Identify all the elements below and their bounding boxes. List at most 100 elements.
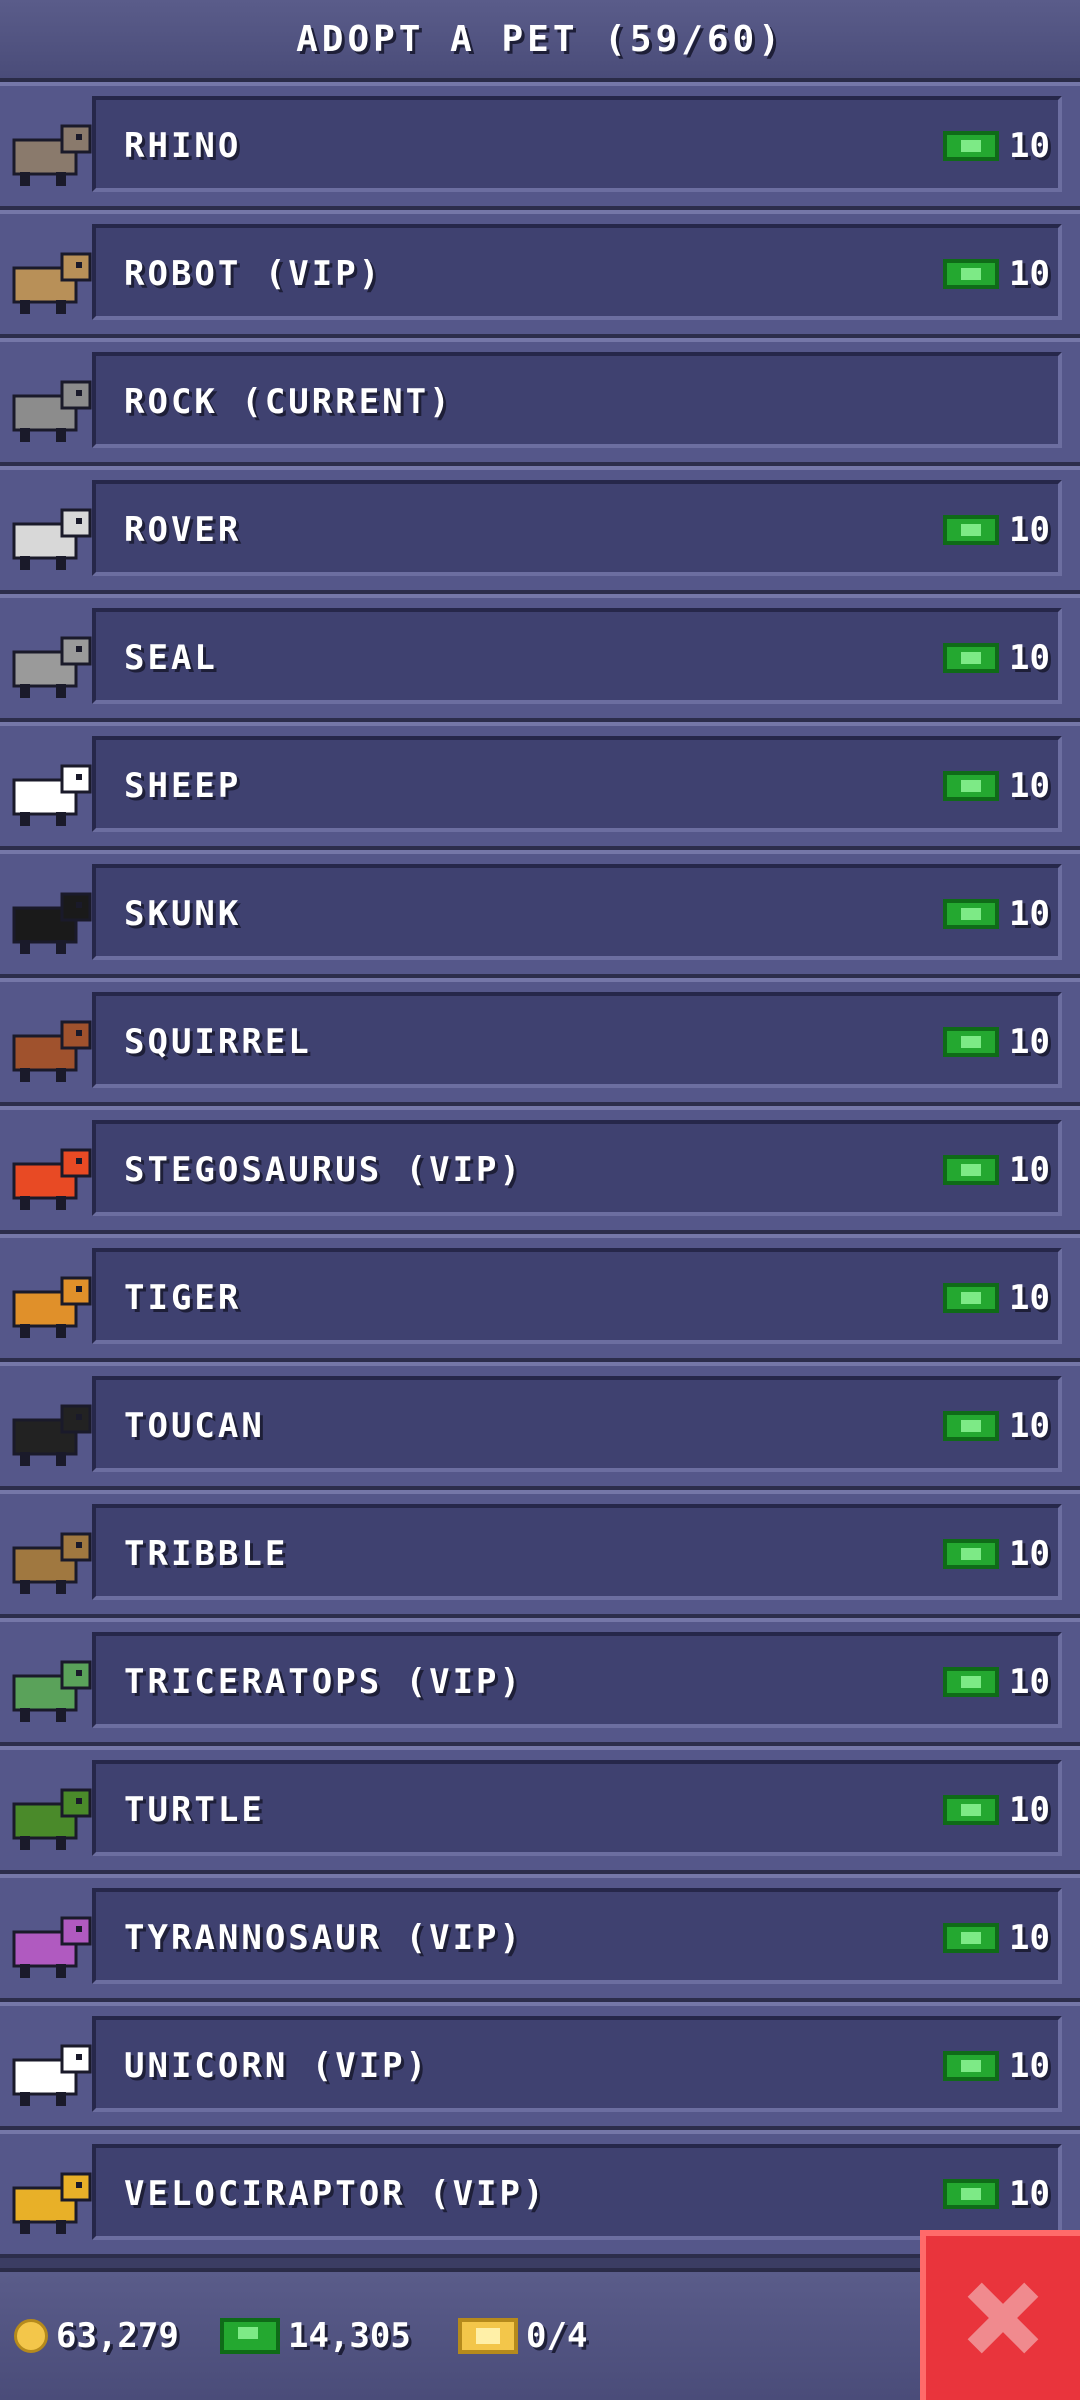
price-tag: 10 (943, 1110, 1050, 1230)
tyrannosaur-icon (0, 1888, 100, 1988)
price-value: 10 (1009, 2174, 1050, 2214)
cash-icon (943, 1667, 1000, 1697)
rock-icon (0, 352, 100, 452)
price-value: 10 (1009, 766, 1050, 806)
pet-name: STEGOSAURUS (VIP) (124, 1150, 523, 1190)
pet-name: TYRANNOSAUR (VIP) (124, 1918, 523, 1958)
sheep-icon (0, 736, 100, 836)
pet-list[interactable]: RHINO 10 ROBOT (VIP) 10 ROCK (CURRENT) ROVER 1… (0, 82, 1080, 2258)
cash-icon (943, 1027, 1000, 1057)
price-value: 10 (1009, 1022, 1050, 1062)
rover-icon (0, 480, 100, 580)
pet-row[interactable]: TRICERATOPS (VIP) 10 (0, 1618, 1080, 1746)
price-value: 10 (1009, 1278, 1050, 1318)
coins-value: 63,279 (56, 2316, 179, 2356)
tickets-counter: 0/4 (458, 2272, 587, 2400)
price-tag: 10 (943, 1494, 1050, 1614)
pet-row[interactable]: STEGOSAURUS (VIP) 10 (0, 1106, 1080, 1234)
price-value: 10 (1009, 510, 1050, 550)
price-tag: 10 (943, 86, 1050, 206)
pet-name: UNICORN (VIP) (124, 2046, 430, 2086)
pet-row[interactable]: RHINO 10 (0, 82, 1080, 210)
coins-counter: 63,279 (14, 2272, 179, 2400)
cash-icon (220, 2318, 280, 2354)
cash-icon (943, 1411, 1000, 1441)
cash-icon (943, 131, 1000, 161)
pet-name: ROCK (CURRENT) (124, 382, 453, 422)
cash-icon (943, 1283, 1000, 1313)
price-tag: 10 (943, 598, 1050, 718)
cash-icon (943, 643, 1000, 673)
pet-row[interactable]: ROVER 10 (0, 466, 1080, 594)
cash-value: 14,305 (288, 2316, 411, 2356)
cash-icon (943, 1923, 1000, 1953)
pet-row[interactable]: TIGER 10 (0, 1234, 1080, 1362)
cash-icon (943, 1539, 1000, 1569)
cash-icon (943, 2179, 1000, 2209)
cash-icon (943, 771, 1000, 801)
close-x-icon (967, 2282, 1039, 2354)
adopt-button[interactable] (92, 608, 1062, 704)
price-tag: 10 (943, 854, 1050, 974)
cash-icon (943, 1795, 1000, 1825)
ticket-icon (458, 2318, 518, 2354)
cash-icon (943, 2051, 1000, 2081)
pet-name: TRICERATOPS (VIP) (124, 1662, 523, 1702)
coin-icon (14, 2319, 48, 2353)
pet-name: VELOCIRAPTOR (VIP) (124, 2174, 547, 2214)
rhino-icon (0, 96, 100, 196)
pet-row[interactable]: TRIBBLE 10 (0, 1490, 1080, 1618)
price-value: 10 (1009, 1406, 1050, 1446)
pet-row[interactable]: ROCK (CURRENT) (0, 338, 1080, 466)
price-tag: 10 (943, 1238, 1050, 1358)
toucan-icon (0, 1376, 100, 1476)
skunk-icon (0, 864, 100, 964)
pet-row[interactable]: SHEEP 10 (0, 722, 1080, 850)
price-value: 10 (1009, 638, 1050, 678)
tribble-icon (0, 1504, 100, 1604)
close-button[interactable] (920, 2230, 1080, 2400)
footer-bar: 63,279 14,305 0/4 (0, 2268, 1080, 2400)
price-value: 10 (1009, 1662, 1050, 1702)
pet-name: SQUIRREL (124, 1022, 312, 1062)
pet-name: ROVER (124, 510, 242, 550)
price-value: 10 (1009, 1534, 1050, 1574)
pet-row[interactable]: UNICORN (VIP) 10 (0, 2002, 1080, 2130)
pet-name: SKUNK (124, 894, 242, 934)
cash-icon (943, 515, 1000, 545)
pet-name: TURTLE (124, 1790, 265, 1830)
price-tag: 10 (943, 1878, 1050, 1998)
price-value: 10 (1009, 254, 1050, 294)
unicorn-icon (0, 2016, 100, 2116)
price-value: 10 (1009, 2046, 1050, 2086)
turtle-icon (0, 1760, 100, 1860)
pet-name: RHINO (124, 126, 242, 166)
pet-row[interactable]: TYRANNOSAUR (VIP) 10 (0, 1874, 1080, 2002)
pet-row[interactable]: VELOCIRAPTOR (VIP) 10 (0, 2130, 1080, 2258)
page-title: ADOPT A PET (59/60) (296, 18, 784, 60)
price-tag: 10 (943, 2006, 1050, 2126)
price-tag: 10 (943, 470, 1050, 590)
price-tag: 10 (943, 1366, 1050, 1486)
tickets-value: 0/4 (526, 2316, 588, 2356)
price-tag: 10 (943, 214, 1050, 334)
pet-row[interactable]: ROBOT (VIP) 10 (0, 210, 1080, 338)
pet-row[interactable]: SKUNK 10 (0, 850, 1080, 978)
pet-row[interactable]: SEAL 10 (0, 594, 1080, 722)
seal-icon (0, 608, 100, 708)
price-value: 10 (1009, 1790, 1050, 1830)
header-bar: ADOPT A PET (59/60) (0, 0, 1080, 82)
pet-name: TOUCAN (124, 1406, 265, 1446)
pet-name: SEAL (124, 638, 218, 678)
velociraptor-icon (0, 2144, 100, 2244)
cash-icon (943, 899, 1000, 929)
pet-row[interactable]: TURTLE 10 (0, 1746, 1080, 1874)
cash-counter: 14,305 (220, 2272, 411, 2400)
pet-row[interactable]: SQUIRREL 10 (0, 978, 1080, 1106)
price-tag: 10 (943, 982, 1050, 1102)
pet-name: SHEEP (124, 766, 242, 806)
pet-row[interactable]: TOUCAN 10 (0, 1362, 1080, 1490)
tiger-icon (0, 1248, 100, 1348)
price-tag: 10 (943, 726, 1050, 846)
price-tag: 10 (943, 1622, 1050, 1742)
